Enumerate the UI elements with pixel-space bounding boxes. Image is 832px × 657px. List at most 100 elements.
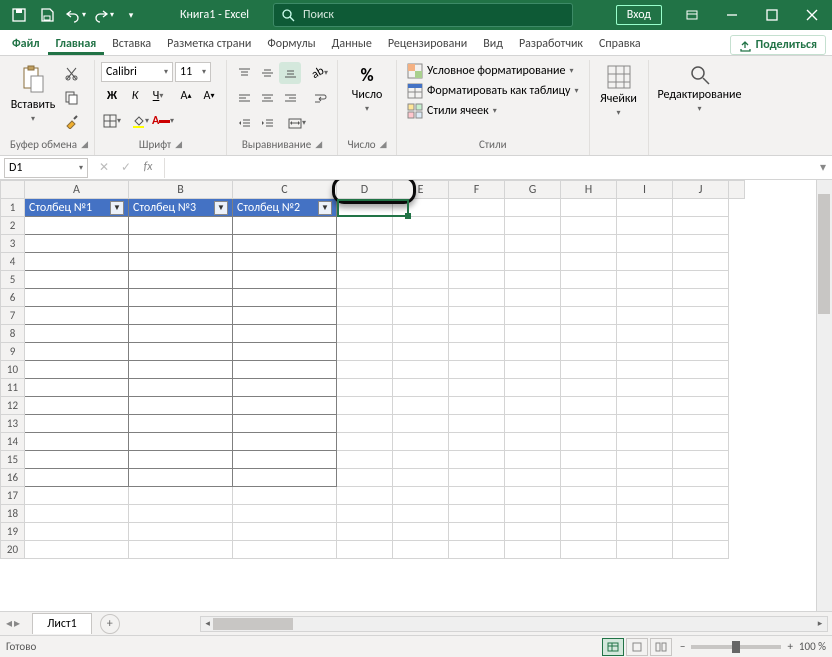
row-header[interactable]: 11 xyxy=(1,379,25,397)
row-header[interactable]: 13 xyxy=(1,415,25,433)
row-header[interactable]: 10 xyxy=(1,361,25,379)
filter-icon[interactable]: ▼ xyxy=(110,201,124,215)
cell[interactable] xyxy=(673,541,729,559)
table-cell[interactable] xyxy=(129,325,233,343)
cell[interactable] xyxy=(505,217,561,235)
cell[interactable] xyxy=(617,541,673,559)
table-cell[interactable] xyxy=(25,361,129,379)
cell[interactable] xyxy=(673,469,729,487)
cell[interactable] xyxy=(337,487,393,505)
table-cell[interactable] xyxy=(233,343,337,361)
cell[interactable] xyxy=(505,433,561,451)
table-cell[interactable] xyxy=(25,469,129,487)
cell[interactable] xyxy=(449,235,505,253)
editing-button[interactable]: Редактирование ▾ xyxy=(655,62,745,149)
cell[interactable] xyxy=(449,505,505,523)
cell[interactable] xyxy=(25,505,129,523)
cell[interactable] xyxy=(505,271,561,289)
cell[interactable] xyxy=(449,487,505,505)
cell[interactable] xyxy=(129,541,233,559)
col-header[interactable]: G xyxy=(505,181,561,199)
col-header[interactable]: C xyxy=(233,181,337,199)
cell[interactable] xyxy=(505,289,561,307)
table-cell[interactable] xyxy=(233,361,337,379)
cell[interactable] xyxy=(561,325,617,343)
cell[interactable] xyxy=(337,253,393,271)
cell[interactable] xyxy=(673,397,729,415)
table-cell[interactable] xyxy=(25,253,129,271)
row-header[interactable]: 4 xyxy=(1,253,25,271)
select-all-corner[interactable] xyxy=(1,181,25,199)
table-cell[interactable] xyxy=(129,307,233,325)
row-header[interactable]: 18 xyxy=(1,505,25,523)
table-cell[interactable] xyxy=(233,379,337,397)
italic-button[interactable]: К xyxy=(124,85,146,107)
cell[interactable] xyxy=(673,343,729,361)
cell[interactable] xyxy=(673,253,729,271)
table-cell[interactable] xyxy=(25,217,129,235)
cell[interactable] xyxy=(449,289,505,307)
row-header[interactable]: 7 xyxy=(1,307,25,325)
autosave-icon[interactable] xyxy=(6,3,32,27)
cell[interactable] xyxy=(673,271,729,289)
cell[interactable] xyxy=(561,487,617,505)
cell[interactable] xyxy=(617,217,673,235)
cell[interactable] xyxy=(505,397,561,415)
cell[interactable] xyxy=(561,253,617,271)
row-header[interactable]: 16 xyxy=(1,469,25,487)
cell[interactable] xyxy=(505,379,561,397)
cell[interactable] xyxy=(337,379,393,397)
table-cell[interactable] xyxy=(233,415,337,433)
cell[interactable] xyxy=(617,505,673,523)
cell[interactable] xyxy=(337,415,393,433)
row-header[interactable]: 3 xyxy=(1,235,25,253)
cell[interactable] xyxy=(449,469,505,487)
table-cell[interactable] xyxy=(25,325,129,343)
table-cell[interactable] xyxy=(233,433,337,451)
table-cell[interactable] xyxy=(129,433,233,451)
cell[interactable] xyxy=(449,523,505,541)
cell[interactable] xyxy=(393,397,449,415)
cell[interactable] xyxy=(673,451,729,469)
cell[interactable] xyxy=(561,397,617,415)
cell[interactable] xyxy=(561,343,617,361)
cell[interactable] xyxy=(673,361,729,379)
cell[interactable] xyxy=(393,361,449,379)
table-cell[interactable] xyxy=(233,451,337,469)
cell[interactable] xyxy=(337,433,393,451)
table-cell[interactable] xyxy=(233,235,337,253)
cancel-formula-icon[interactable]: ✕ xyxy=(94,160,114,175)
cell[interactable] xyxy=(129,487,233,505)
cut-button[interactable] xyxy=(60,62,82,84)
cell[interactable] xyxy=(393,217,449,235)
cell[interactable] xyxy=(561,433,617,451)
worksheet-grid[interactable]: ABCDEFGHIJ1Столбец №1▼Столбец №3▼Столбец… xyxy=(0,180,832,611)
table-cell[interactable] xyxy=(25,451,129,469)
row-header[interactable]: 15 xyxy=(1,451,25,469)
font-name-combo[interactable]: Calibri▾ xyxy=(101,62,173,82)
fx-icon[interactable]: fx xyxy=(138,160,158,175)
search-box[interactable]: Поиск xyxy=(273,3,573,27)
table-cell[interactable] xyxy=(233,253,337,271)
alignment-launcher-icon[interactable]: ◢ xyxy=(315,139,322,150)
cell[interactable] xyxy=(337,397,393,415)
cell[interactable] xyxy=(337,235,393,253)
shrink-font-button[interactable]: A▾ xyxy=(198,85,220,107)
cell[interactable] xyxy=(617,415,673,433)
row-header[interactable]: 9 xyxy=(1,343,25,361)
cell[interactable] xyxy=(393,199,449,217)
expand-formula-bar-icon[interactable]: ▾ xyxy=(814,160,832,175)
table-cell[interactable] xyxy=(129,343,233,361)
cell[interactable] xyxy=(449,361,505,379)
undo-icon[interactable]: ▾ xyxy=(62,3,88,27)
cell[interactable] xyxy=(673,433,729,451)
cell[interactable] xyxy=(617,271,673,289)
cell[interactable] xyxy=(505,199,561,217)
cell[interactable] xyxy=(337,289,393,307)
table-cell[interactable] xyxy=(233,397,337,415)
format-as-table-button[interactable]: Форматировать как таблицу▾ xyxy=(403,82,583,100)
cell[interactable] xyxy=(393,487,449,505)
cell[interactable] xyxy=(449,307,505,325)
cell[interactable] xyxy=(337,325,393,343)
tab-view[interactable]: Вид xyxy=(475,32,511,55)
